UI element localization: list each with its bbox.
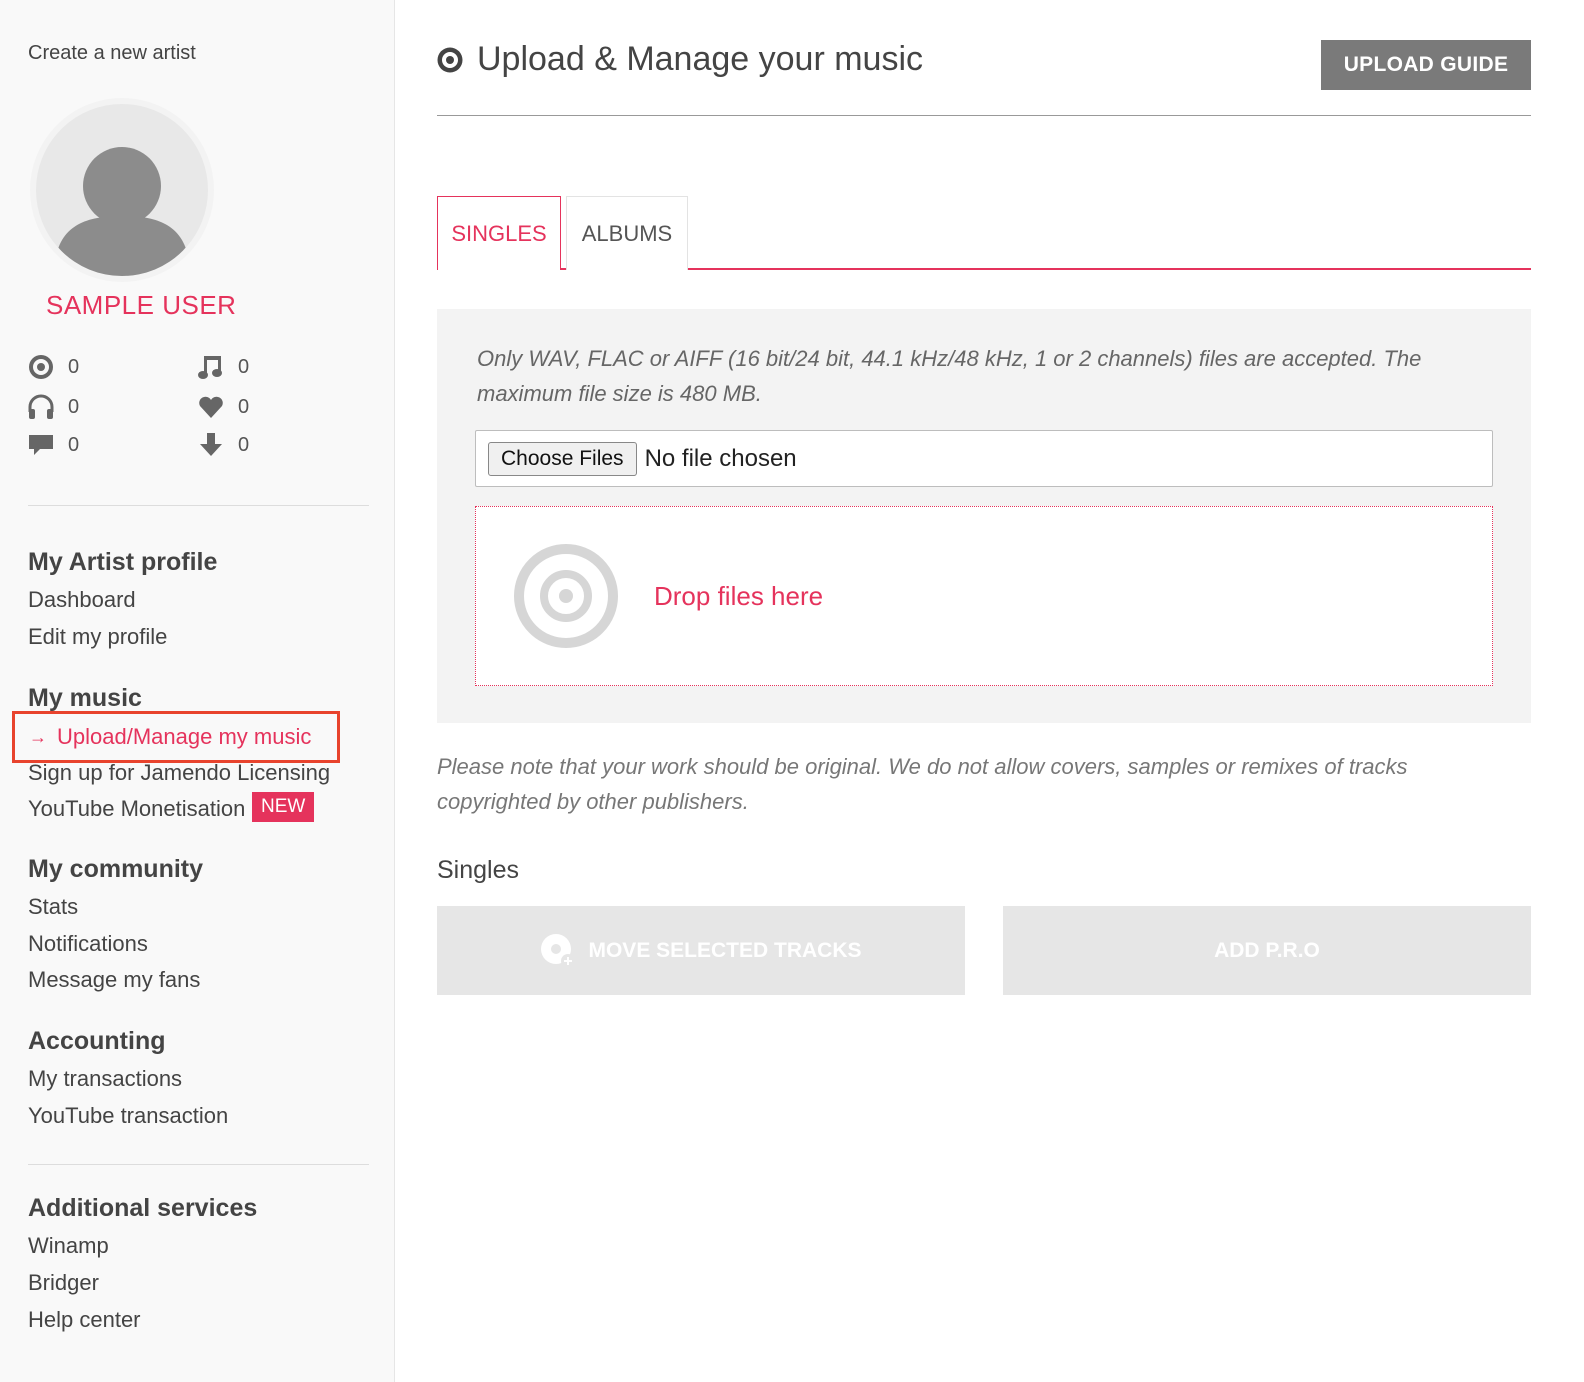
- music-note-icon: [198, 356, 222, 379]
- comment-icon: [29, 435, 53, 455]
- avatar[interactable]: [30, 98, 214, 282]
- stat-comments-value: 0: [68, 433, 80, 456]
- originality-note: Please note that your work should be ori…: [437, 754, 1408, 814]
- sidebar-item-help-center[interactable]: Help center: [28, 1307, 141, 1333]
- headphones-icon: [28, 394, 54, 419]
- sidebar-item-upload-manage-label: Upload/Manage my music: [57, 724, 312, 749]
- move-selected-tracks-label: MOVE SELECTED TRACKS: [588, 938, 862, 962]
- upload-panel: Only WAV, FLAC or AIFF (16 bit/24 bit, 4…: [437, 309, 1531, 723]
- header-divider: [437, 115, 1531, 116]
- user-silhouette-icon: [54, 147, 190, 276]
- file-input[interactable]: Choose Files No file chosen: [475, 430, 1493, 487]
- stat-listens: 0: [28, 394, 79, 420]
- arrow-right-icon: →: [29, 726, 47, 747]
- sidebar-item-bridger[interactable]: Bridger: [28, 1270, 99, 1296]
- sidebar-item-message-fans[interactable]: Message my fans: [28, 967, 200, 993]
- stat-albums-value: 0: [68, 355, 80, 378]
- disc-icon: [437, 47, 463, 72]
- upload-guide-button[interactable]: UPLOAD GUIDE: [1321, 40, 1531, 90]
- sidebar: Create a new artist SAMPLE USER 0 0 0 0 …: [0, 0, 395, 1382]
- sidebar-item-winamp[interactable]: Winamp: [28, 1233, 109, 1259]
- download-arrow-icon: [200, 433, 222, 456]
- section-title-artist-profile: My Artist profile: [28, 548, 218, 576]
- file-format-note: Only WAV, FLAC or AIFF (16 bit/24 bit, 4…: [477, 346, 1422, 406]
- section-title-my-music: My music: [28, 684, 142, 712]
- stat-favorites: 0: [198, 394, 249, 420]
- sidebar-item-edit-profile[interactable]: Edit my profile: [28, 624, 167, 650]
- disc-add-icon: [541, 933, 576, 968]
- stat-listens-value: 0: [68, 395, 80, 418]
- sidebar-item-licensing[interactable]: Sign up for Jamendo Licensing: [28, 760, 330, 786]
- stat-downloads: 0: [198, 432, 249, 458]
- stat-downloads-value: 0: [238, 433, 250, 456]
- stat-albums: 0: [28, 354, 79, 380]
- section-title-accounting: Accounting: [28, 1027, 166, 1055]
- sidebar-item-upload-manage[interactable]: → Upload/Manage my music: [12, 711, 340, 763]
- move-selected-tracks-button[interactable]: MOVE SELECTED TRACKS: [437, 906, 965, 995]
- file-status: No file chosen: [644, 444, 797, 472]
- tab-bar: SINGLES ALBUMS: [437, 196, 1531, 270]
- section-title-community: My community: [28, 855, 204, 883]
- drop-zone[interactable]: Drop files here: [475, 506, 1493, 686]
- create-artist-link[interactable]: Create a new artist: [28, 42, 196, 65]
- sidebar-item-stats[interactable]: Stats: [28, 894, 78, 920]
- stat-favorites-value: 0: [238, 395, 250, 418]
- stat-comments: 0: [28, 432, 79, 458]
- stat-tracks-value: 0: [238, 355, 250, 378]
- page-title: Upload & Manage your music: [477, 40, 924, 78]
- sidebar-divider: [28, 505, 369, 506]
- tab-albums[interactable]: ALBUMS: [566, 196, 688, 270]
- sidebar-item-notifications[interactable]: Notifications: [28, 931, 148, 957]
- add-pro-button[interactable]: ADD P.R.O: [1003, 906, 1531, 995]
- new-badge: NEW: [252, 792, 315, 822]
- sidebar-item-transactions[interactable]: My transactions: [28, 1066, 182, 1092]
- sidebar-item-dashboard[interactable]: Dashboard: [28, 587, 136, 613]
- tab-singles[interactable]: SINGLES: [437, 196, 561, 270]
- sidebar-divider: [28, 1164, 369, 1165]
- disc-icon: [29, 355, 53, 379]
- choose-files-button[interactable]: Choose Files: [488, 441, 637, 476]
- heart-icon: [199, 396, 223, 418]
- stat-tracks: 0: [198, 354, 249, 380]
- disc-upload-icon: [514, 544, 618, 648]
- drop-files-label: Drop files here: [654, 581, 824, 611]
- username[interactable]: SAMPLE USER: [46, 290, 236, 321]
- singles-heading: Singles: [437, 856, 519, 884]
- sidebar-item-youtube-monetisation[interactable]: YouTube Monetisation: [28, 796, 245, 822]
- sidebar-item-youtube-transaction[interactable]: YouTube transaction: [28, 1103, 228, 1129]
- section-title-additional-services: Additional services: [28, 1194, 258, 1222]
- page-header: Upload & Manage your music: [437, 40, 923, 79]
